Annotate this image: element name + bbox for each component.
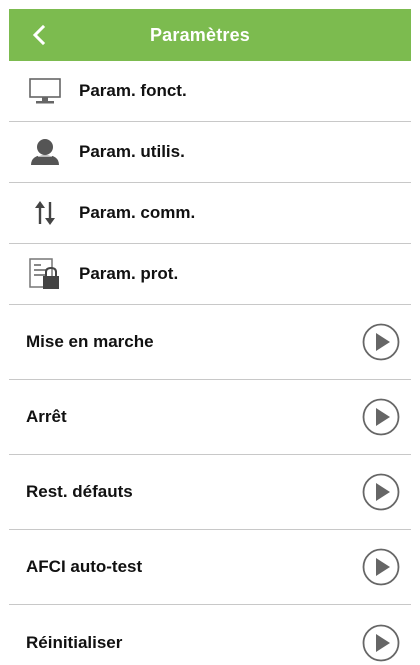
action-item-afci-auto-test[interactable]: AFCI auto-test xyxy=(9,530,411,605)
action-item-label: Rest. défauts xyxy=(26,482,133,501)
settings-item-param-utilis[interactable]: Param. utilis. xyxy=(9,122,411,183)
settings-item-param-comm[interactable]: Param. comm. xyxy=(9,183,411,244)
user-icon xyxy=(9,122,79,183)
settings-item-param-prot[interactable]: Param. prot. xyxy=(9,244,411,305)
play-circle-icon[interactable] xyxy=(361,623,401,663)
action-item-rest-defauts[interactable]: Rest. défauts xyxy=(9,455,411,530)
settings-item-label: Param. fonct. xyxy=(79,81,187,100)
settings-item-label: Param. prot. xyxy=(79,264,179,283)
action-item-label: AFCI auto-test xyxy=(26,557,143,576)
action-item-label: Réinitialiser xyxy=(26,632,123,652)
play-circle-icon[interactable] xyxy=(361,472,401,512)
page-title: Paramètres xyxy=(149,24,251,45)
settings-screen: Paramètres Param. fonct. Param. utilis. … xyxy=(0,0,420,665)
action-item-label: Arrêt xyxy=(26,407,67,426)
header-bar: Paramètres xyxy=(9,9,411,61)
play-circle-icon[interactable] xyxy=(361,547,401,587)
action-item-label: Mise en marche xyxy=(26,332,154,351)
play-circle-icon[interactable] xyxy=(361,397,401,437)
action-item-reinitialiser[interactable]: Réinitialiser xyxy=(9,605,411,665)
arrows-updown-icon xyxy=(9,183,79,244)
locked-document-icon xyxy=(9,244,79,305)
action-item-arret[interactable]: Arrêt xyxy=(9,380,411,455)
chevron-left-icon xyxy=(32,24,46,46)
settings-item-param-fonct[interactable]: Param. fonct. xyxy=(9,61,411,122)
play-circle-icon[interactable] xyxy=(361,322,401,362)
settings-item-label: Param. utilis. xyxy=(79,142,185,161)
action-item-mise-en-marche[interactable]: Mise en marche xyxy=(9,305,411,380)
monitor-icon xyxy=(9,61,79,122)
settings-item-label: Param. comm. xyxy=(79,203,196,222)
settings-list: Param. fonct. Param. utilis. Param. comm… xyxy=(9,61,411,665)
back-button[interactable] xyxy=(9,9,69,61)
